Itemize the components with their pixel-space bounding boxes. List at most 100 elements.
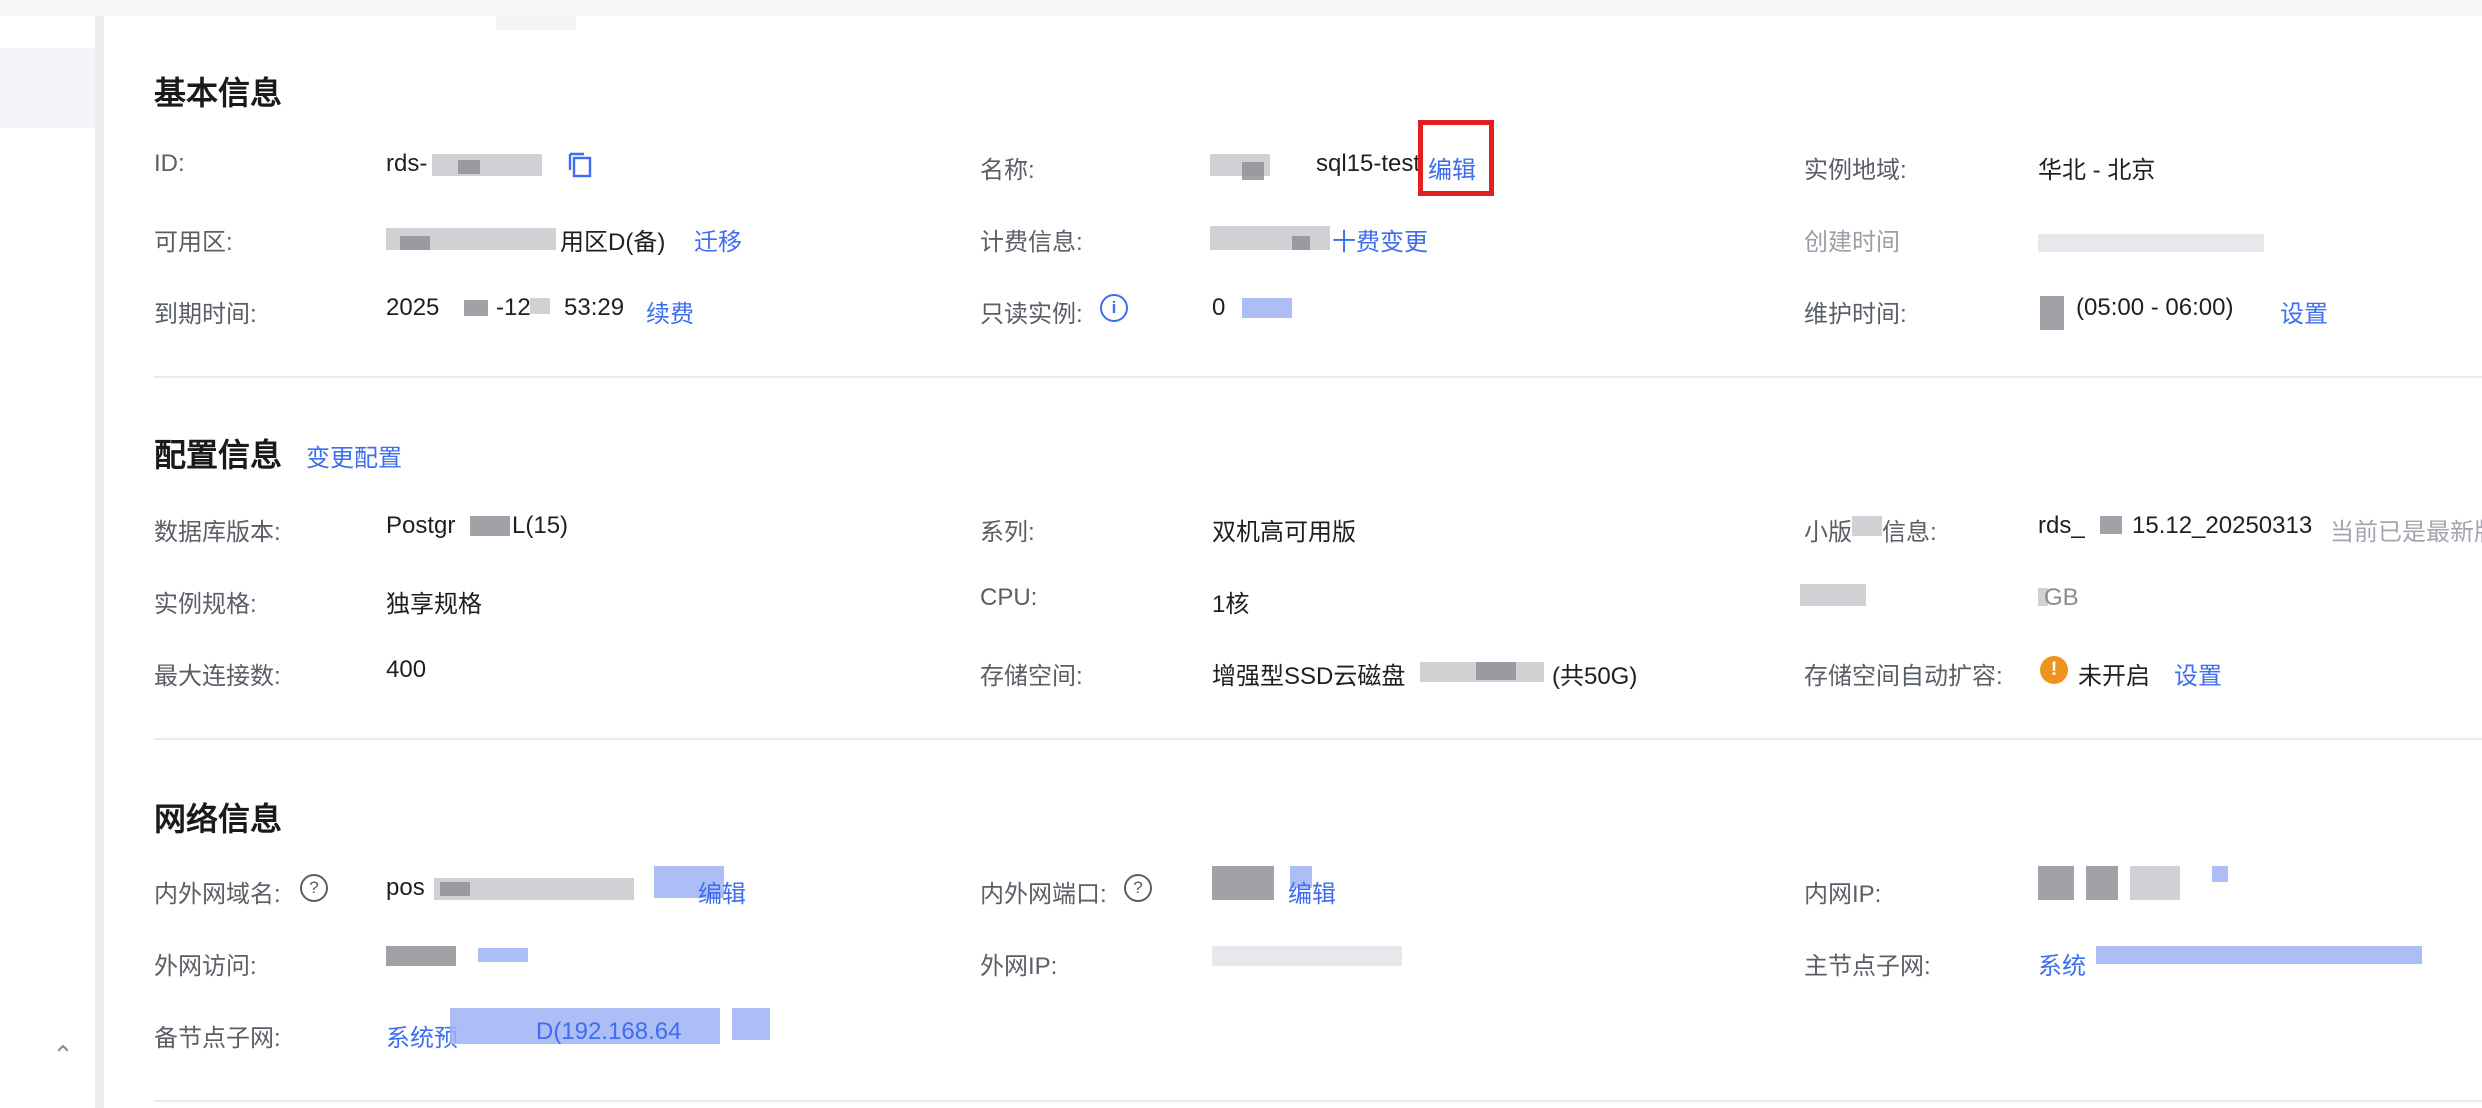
storage-total: (共50G) [1552,663,1638,690]
storage-label: 存储空间: [980,663,1083,690]
maint-value: (05:00 - 06:00) [2076,294,2234,321]
minor-value-b: 15.12_20250313 [2132,512,2313,539]
redacted-zone-2 [400,236,430,250]
dbver-label: 数据库版本: [154,519,281,546]
wan-ip-label: 外网IP: [980,953,1058,980]
master-subnet-label: 主节点子网: [1804,953,1931,980]
cpu-value: 1核 [1212,591,1250,618]
storage-value: 增强型SSD云磁盘 [1212,663,1406,690]
redacted-mem-label [1800,584,1866,606]
help-icon[interactable]: ? [300,874,328,902]
readonly-value: 0 [1212,294,1226,321]
readonly-label: 只读实例: [980,301,1083,328]
minor-label-b: 信息: [1882,519,1937,546]
redacted-storage-2 [1476,662,1516,680]
maint-set-link[interactable]: 设置 [2280,294,2328,329]
redacted-wan-ip [1212,946,1402,966]
redacted-ip-2 [2086,866,2118,900]
copy-icon[interactable] [566,150,594,180]
port-edit-link[interactable]: 编辑 [1288,874,1336,909]
expire-label: 到期时间: [154,301,257,328]
autoscale-label: 存储空间自动扩容: [1804,663,2003,690]
series-label: 系列: [980,519,1035,546]
redacted-slave-subnet-2 [732,1008,770,1040]
maxconn-value: 400 [386,656,427,683]
renew-link[interactable]: 续费 [646,294,694,329]
domain-edit-link[interactable]: 编辑 [698,874,746,909]
redacted-master-subnet [2096,946,2422,964]
warning-icon: ! [2040,656,2068,684]
maint-label: 维护时间: [1804,301,1907,328]
top-bar [0,0,2482,16]
redacted-id [432,154,542,176]
expire-part3: 53:29 [564,294,625,321]
basic-divider [154,376,2482,378]
cpu-label: CPU: [980,584,1038,611]
slave-subnet-ip[interactable]: D(192.168.64 [536,1018,681,1046]
redacted-expire [464,300,488,316]
series-value: 双机高可用版 [1212,519,1356,546]
redacted-maint [2040,296,2064,330]
config-divider [154,738,2482,740]
domain-value: pos [386,874,425,901]
port-label: 内外网端口: [980,881,1107,908]
redacted-readonly [1242,298,1292,318]
autoscale-set-link[interactable]: 设置 [2174,656,2222,691]
intranet-ip-label: 内网IP: [1804,881,1882,908]
change-config-link[interactable]: 变更配置 [306,438,402,473]
dbver-value: Postgr [386,512,456,539]
spec-value: 独享规格 [386,591,482,618]
redacted-wan [386,946,456,966]
expire-part2: -12 [496,294,531,321]
slave-subnet-link[interactable]: 系统预 [386,1018,458,1053]
redacted-created [2038,234,2264,252]
region-value: 华北 - 北京 [2038,157,2156,184]
expire-part1: 2025 [386,294,440,321]
top-tab-indicator [496,16,576,30]
redacted-minor-label [1852,516,1882,536]
zone-value: 用区D(备) [560,229,666,256]
left-nav-active-item[interactable] [0,48,95,128]
created-label: 创建时间 [1804,229,1900,256]
id-value: rds- [386,150,428,177]
redacted-billing-2 [1292,236,1310,250]
id-label: ID: [154,150,185,177]
redacted-domain-2 [440,882,470,896]
redacted-ip [2038,866,2074,900]
nav-divider [95,16,104,1108]
wan-access-label: 外网访问: [154,953,257,980]
network-info-title: 网络信息 [154,801,283,837]
name-label: 名称: [980,157,1035,184]
master-subnet-link[interactable]: 系统 [2038,946,2086,981]
zone-label: 可用区: [154,229,233,256]
config-info-title: 配置信息 [154,437,283,473]
zone-migrate-link[interactable]: 迁移 [694,222,742,257]
info-icon[interactable]: i [1100,294,1128,322]
dbver-suffix: L(15) [512,512,569,539]
spec-label: 实例规格: [154,591,257,618]
billing-change-link[interactable]: 十费变更 [1332,222,1428,257]
redacted-wan-2 [478,948,528,962]
minor-note: 当前已是最新版 [2330,519,2482,546]
minor-value-a: rds_ [2038,512,2085,539]
redacted-port [1212,866,1274,900]
redacted-expire-2 [530,298,550,314]
basic-info-title: 基本信息 [154,75,283,111]
chevron-up-icon[interactable]: ⌃ [48,1040,78,1070]
mem-value: GB [2044,584,2079,611]
maxconn-label: 最大连接数: [154,663,281,690]
name-value: sql15-test [1316,150,1421,177]
left-nav [0,16,97,1108]
minor-label-a: 小版 [1804,519,1852,546]
redacted-id-2 [458,160,480,174]
slave-subnet-label: 备节点子网: [154,1025,281,1052]
redacted-name-2 [1242,162,1264,180]
autoscale-value: 未开启 [2078,663,2150,690]
help-icon[interactable]: ? [1124,874,1152,902]
redacted-ip-3 [2130,866,2180,900]
redacted-billing [1210,226,1330,250]
name-edit-link[interactable]: 编辑 [1428,150,1476,185]
billing-label: 计费信息: [980,229,1083,256]
redacted-dbver [470,516,510,536]
network-divider [154,1100,2482,1102]
